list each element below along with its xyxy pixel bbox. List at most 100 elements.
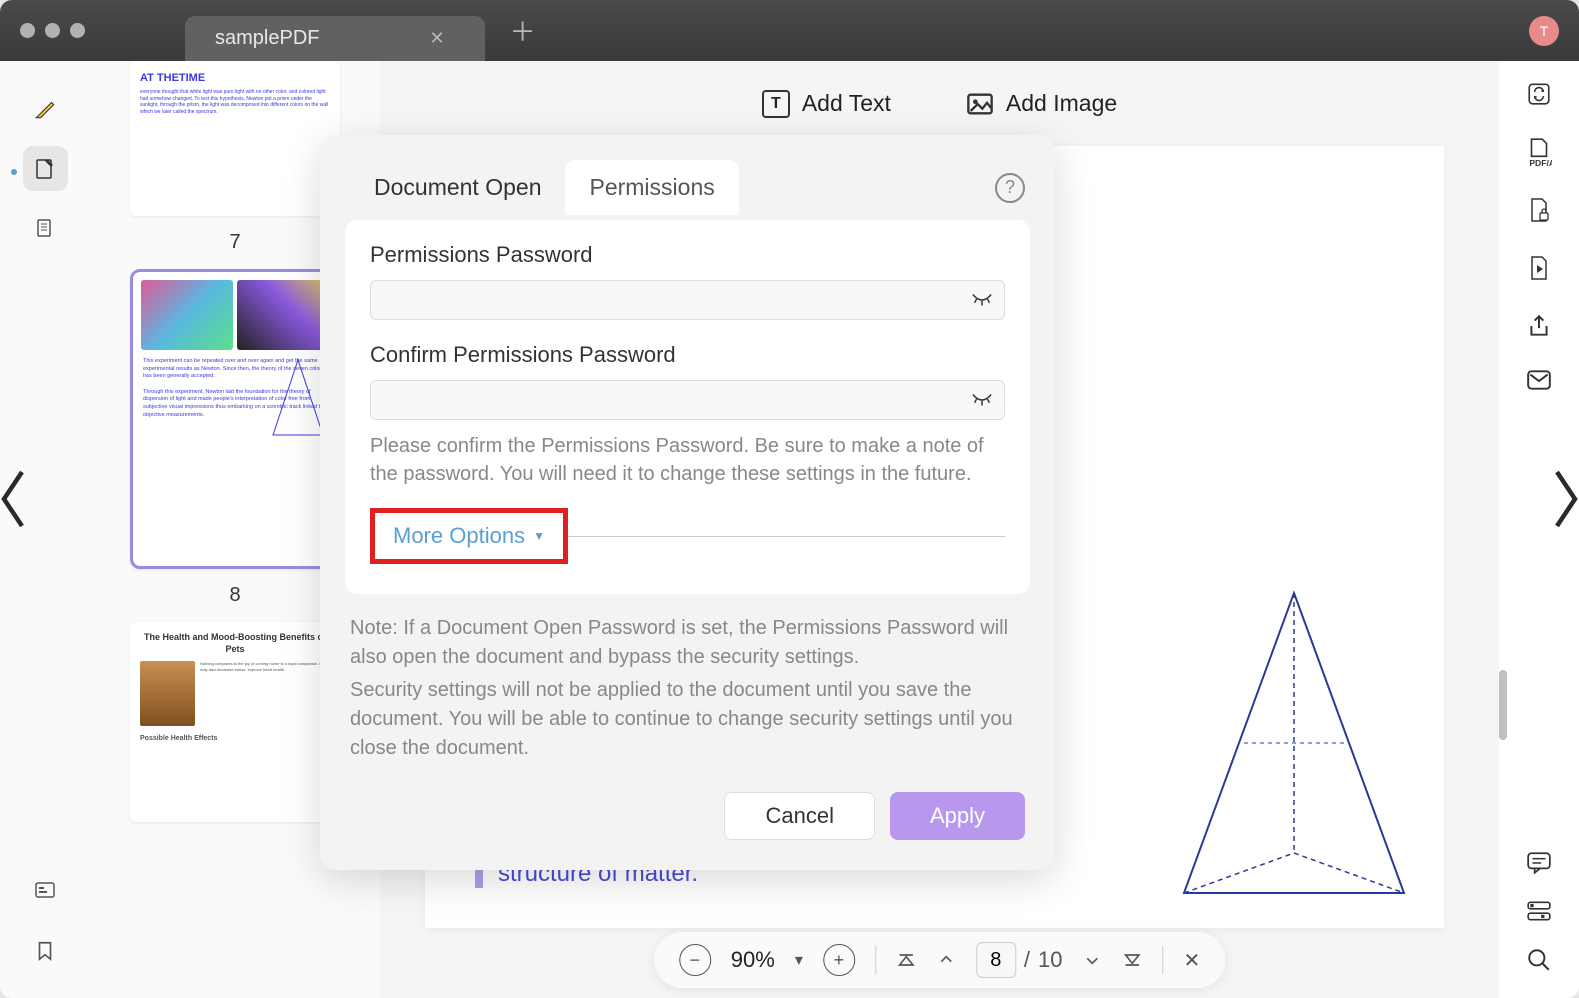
chevron-down-icon: ▼ — [533, 529, 545, 543]
properties-button[interactable] — [1526, 900, 1552, 922]
pages-tool[interactable] — [23, 206, 68, 251]
thumb7-title: AT THETIME — [140, 71, 330, 85]
form-icon — [33, 879, 57, 903]
pages-icon — [33, 217, 57, 241]
page-thumbnail-7[interactable]: AT THETIME everyone thought that white l… — [130, 61, 340, 216]
close-bar-button[interactable]: ✕ — [1183, 948, 1200, 973]
modal-notes: Note: If a Document Open Password is set… — [320, 594, 1055, 763]
minimize-window-icon[interactable] — [45, 23, 60, 38]
sync-icon — [1526, 81, 1552, 107]
play-doc-icon — [1527, 255, 1551, 283]
search-button[interactable] — [1526, 947, 1552, 973]
confirm-password-input[interactable] — [370, 380, 1005, 420]
prism-illustration-icon — [1164, 573, 1424, 913]
zoom-page-bar: − 90% ▾ + / 10 ✕ — [654, 932, 1225, 988]
permissions-password-input[interactable] — [370, 280, 1005, 320]
last-page-button[interactable] — [1122, 950, 1142, 970]
edit-toolbar: T Add Text Add Image — [380, 61, 1499, 146]
right-tool-rail: PDF/A — [1499, 61, 1579, 998]
lock-doc-icon — [1527, 197, 1551, 225]
confirm-hint: Please confirm the Permissions Password.… — [370, 432, 1005, 488]
search-icon — [1526, 947, 1552, 973]
avatar-letter: T — [1540, 23, 1549, 39]
page-thumbnail-8[interactable]: This experiment can be repeated over and… — [130, 269, 340, 569]
right-scrollbar[interactable] — [1499, 670, 1507, 740]
eye-closed-icon — [971, 292, 993, 308]
page-thumbnail-9[interactable]: The Health and Mood-Boosting Benefits of… — [130, 622, 340, 822]
sliders-icon — [1526, 900, 1552, 922]
tab-permissions[interactable]: Permissions — [565, 160, 738, 215]
first-page-button[interactable] — [896, 950, 916, 970]
close-tab-icon[interactable]: ✕ — [429, 28, 444, 49]
separator — [1162, 946, 1163, 974]
thumb9-sub: Possible Health Effects — [140, 734, 330, 743]
form-tool[interactable] — [23, 868, 68, 913]
tab-title: samplePDF — [215, 27, 319, 50]
left-tool-rail — [0, 61, 90, 998]
share-button[interactable] — [1526, 313, 1552, 339]
thumb9-title: The Health and Mood-Boosting Benefits of… — [140, 632, 330, 655]
pdfa-icon: PDF/A — [1526, 137, 1552, 167]
avatar[interactable]: T — [1529, 16, 1559, 46]
help-button[interactable]: ? — [995, 173, 1025, 203]
more-options-highlight: More Options ▼ — [370, 508, 568, 564]
edit-icon — [33, 157, 57, 181]
edit-tool[interactable] — [23, 146, 68, 191]
apply-button[interactable]: Apply — [890, 792, 1025, 840]
slideshow-button[interactable] — [1527, 255, 1551, 283]
text-icon: T — [762, 90, 790, 118]
document-tab[interactable]: samplePDF ✕ — [185, 16, 485, 61]
zoom-in-button[interactable]: + — [823, 944, 855, 976]
help-icon: ? — [1005, 177, 1015, 198]
email-button[interactable] — [1526, 369, 1552, 391]
share-icon — [1526, 313, 1552, 339]
next-page-arrow[interactable] — [1551, 469, 1579, 529]
comment-icon — [1526, 851, 1552, 875]
thumb-number-7: 7 — [229, 231, 240, 254]
cancel-button[interactable]: Cancel — [724, 792, 874, 840]
svg-text:PDF/A: PDF/A — [1529, 158, 1552, 167]
toggle-password-visibility[interactable] — [971, 292, 993, 308]
add-image-label: Add Image — [1006, 90, 1117, 117]
note-1: Note: If a Document Open Password is set… — [350, 614, 1025, 672]
zoom-out-button[interactable]: − — [679, 944, 711, 976]
divider — [568, 536, 1005, 537]
chevron-left-icon — [0, 469, 28, 529]
add-tab-icon[interactable]: ＋ — [510, 12, 536, 49]
next-page-button[interactable] — [1082, 950, 1102, 970]
chevron-right-icon — [1551, 469, 1579, 529]
permissions-panel: Permissions Password Confirm Permissions… — [345, 220, 1030, 594]
traffic-lights — [20, 23, 85, 38]
pdfa-button[interactable]: PDF/A — [1526, 137, 1552, 167]
email-icon — [1526, 369, 1552, 391]
prev-page-arrow[interactable] — [0, 469, 28, 529]
zoom-level: 90% — [731, 947, 775, 973]
eye-closed-icon — [971, 392, 993, 408]
modal-tabs: Document Open Permissions ? — [320, 135, 1055, 220]
more-options-toggle[interactable]: More Options — [393, 523, 525, 549]
security-modal: Document Open Permissions ? Permissions … — [320, 135, 1055, 870]
add-text-label: Add Text — [802, 90, 891, 117]
add-image-button[interactable]: Add Image — [966, 90, 1117, 118]
modal-actions: Cancel Apply — [320, 767, 1055, 840]
sync-button[interactable] — [1526, 81, 1552, 107]
page-total: 10 — [1038, 947, 1062, 973]
highlighter-tool[interactable] — [23, 86, 68, 131]
permissions-password-label: Permissions Password — [370, 242, 1005, 268]
secure-button[interactable] — [1527, 197, 1551, 225]
add-text-button[interactable]: T Add Text — [762, 90, 891, 118]
comment-button[interactable] — [1526, 851, 1552, 875]
highlighter-icon — [32, 96, 58, 122]
maximize-window-icon[interactable] — [70, 23, 85, 38]
bookmark-tool[interactable] — [23, 928, 68, 973]
image-icon — [966, 90, 994, 118]
page-number-input[interactable] — [976, 942, 1016, 978]
bookmark-icon — [34, 938, 56, 964]
separator — [875, 946, 876, 974]
thumb-number-8: 8 — [229, 584, 240, 607]
toggle-confirm-visibility[interactable] — [971, 392, 993, 408]
close-window-icon[interactable] — [20, 23, 35, 38]
tab-document-open[interactable]: Document Open — [350, 160, 565, 215]
prev-page-button[interactable] — [936, 950, 956, 970]
zoom-dropdown-icon[interactable]: ▾ — [795, 950, 803, 970]
